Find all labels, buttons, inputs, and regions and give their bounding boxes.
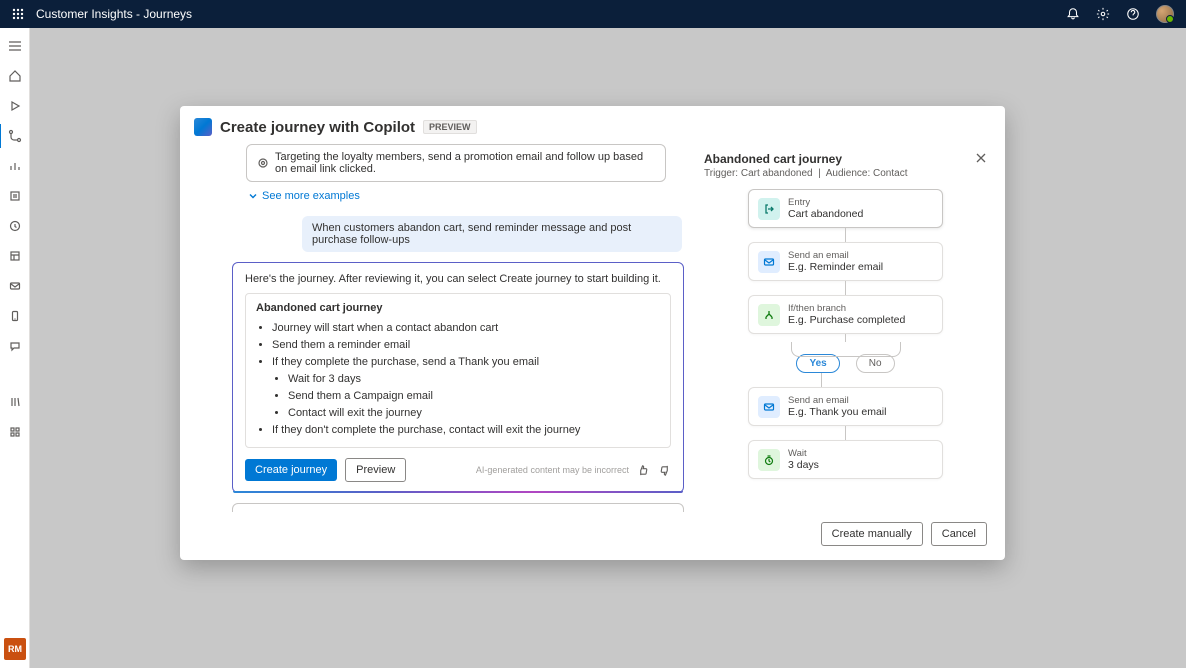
journey-preview-panel: Abandoned cart journey Trigger: Cart aba… [694, 144, 1005, 512]
example-prompt-text: Targeting the loyalty members, send a pr… [275, 151, 655, 175]
cancel-button[interactable]: Cancel [931, 522, 987, 546]
close-icon[interactable] [975, 152, 987, 164]
example-prompt[interactable]: Targeting the loyalty members, send a pr… [246, 144, 666, 182]
left-nav [0, 28, 30, 668]
flow-connector [821, 373, 822, 387]
nav-home-icon[interactable] [7, 68, 23, 84]
preview-title: Abandoned cart journey [704, 152, 907, 166]
branch-icon [758, 304, 780, 326]
nav-analytics-icon[interactable] [7, 158, 23, 174]
flow-node-branch[interactable]: If/then branchE.g. Purchase completed [748, 295, 943, 334]
nav-hamburger-icon[interactable] [7, 38, 23, 54]
journey-step: Journey will start when a contact abando… [272, 320, 660, 337]
modal-header: Create journey with Copilot PREVIEW [180, 106, 1005, 144]
modal-title: Create journey with Copilot [220, 119, 415, 136]
journey-summary-card: Abandoned cart journey Journey will star… [245, 293, 671, 448]
wait-icon [758, 449, 780, 471]
journey-substep: Contact will exit the journey [288, 405, 660, 422]
nav-email-icon[interactable] [7, 278, 23, 294]
response-intro: Here's the journey. After reviewing it, … [245, 273, 671, 285]
thumbs-up-icon[interactable] [637, 464, 650, 477]
app-title: Customer Insights - Journeys [36, 7, 1066, 21]
copilot-response: Here's the journey. After reviewing it, … [232, 262, 684, 493]
entry-icon [758, 198, 780, 220]
notifications-icon[interactable] [1066, 7, 1080, 21]
flow-connector [845, 228, 846, 242]
nav-template-icon[interactable] [7, 248, 23, 264]
nav-journeys-icon[interactable] [7, 128, 23, 144]
flow-connector [845, 281, 846, 295]
nav-library-icon[interactable] [7, 394, 23, 410]
chat-panel: Targeting the loyalty members, send a pr… [194, 144, 694, 512]
nav-mobile-icon[interactable] [7, 308, 23, 324]
user-message: When customers abandon cart, send remind… [302, 216, 682, 252]
preview-button[interactable]: Preview [345, 458, 406, 482]
preview-badge: PREVIEW [423, 120, 477, 134]
nav-play-icon[interactable] [7, 98, 23, 114]
nav-chat-icon[interactable] [7, 338, 23, 354]
chevron-down-icon [248, 191, 258, 201]
user-avatar[interactable] [1156, 5, 1174, 23]
journey-substep: Wait for 3 days [288, 371, 660, 388]
flow-node-email[interactable]: Send an emailE.g. Thank you email [748, 387, 943, 426]
journey-substep: Send them a Campaign email [288, 388, 660, 405]
flow-connector [845, 334, 846, 342]
ai-disclaimer: AI-generated content may be incorrect [476, 465, 629, 475]
help-icon[interactable] [1126, 7, 1140, 21]
copilot-modal: Create journey with Copilot PREVIEW Targ… [180, 106, 1005, 560]
flow-branch-split [791, 342, 901, 356]
settings-icon[interactable] [1096, 7, 1110, 21]
flow-node-email[interactable]: Send an emailE.g. Reminder email [748, 242, 943, 281]
create-manually-button[interactable]: Create manually [821, 522, 923, 546]
flow-node-wait[interactable]: Wait3 days [748, 440, 943, 479]
journey-step: If they complete the purchase, send a Th… [272, 354, 660, 422]
nav-clock-icon[interactable] [7, 218, 23, 234]
topbar: Customer Insights - Journeys [0, 0, 1186, 28]
see-more-examples-link[interactable]: See more examples [248, 190, 684, 202]
thumbs-down-icon[interactable] [658, 464, 671, 477]
email-icon [758, 396, 780, 418]
flow-node-entry[interactable]: EntryCart abandoned [748, 189, 943, 228]
target-icon [257, 157, 269, 169]
email-icon [758, 251, 780, 273]
journey-step: Send them a reminder email [272, 337, 660, 354]
sidebar-badge[interactable]: RM [4, 638, 26, 660]
modal-footer: Create manually Cancel [180, 512, 1005, 560]
create-journey-button[interactable]: Create journey [245, 459, 337, 481]
journey-step: If they don't complete the purchase, con… [272, 422, 660, 439]
copilot-logo-icon [194, 118, 212, 136]
preview-subtitle: Trigger: Cart abandoned | Audience: Cont… [704, 168, 907, 179]
prompt-input[interactable]: Describe your customer journey in everyd… [232, 503, 684, 512]
nav-grid-icon[interactable] [7, 424, 23, 440]
journey-title: Abandoned cart journey [256, 302, 660, 314]
app-launcher-icon[interactable] [12, 8, 24, 20]
nav-forms-icon[interactable] [7, 188, 23, 204]
flow-connector [845, 426, 846, 440]
